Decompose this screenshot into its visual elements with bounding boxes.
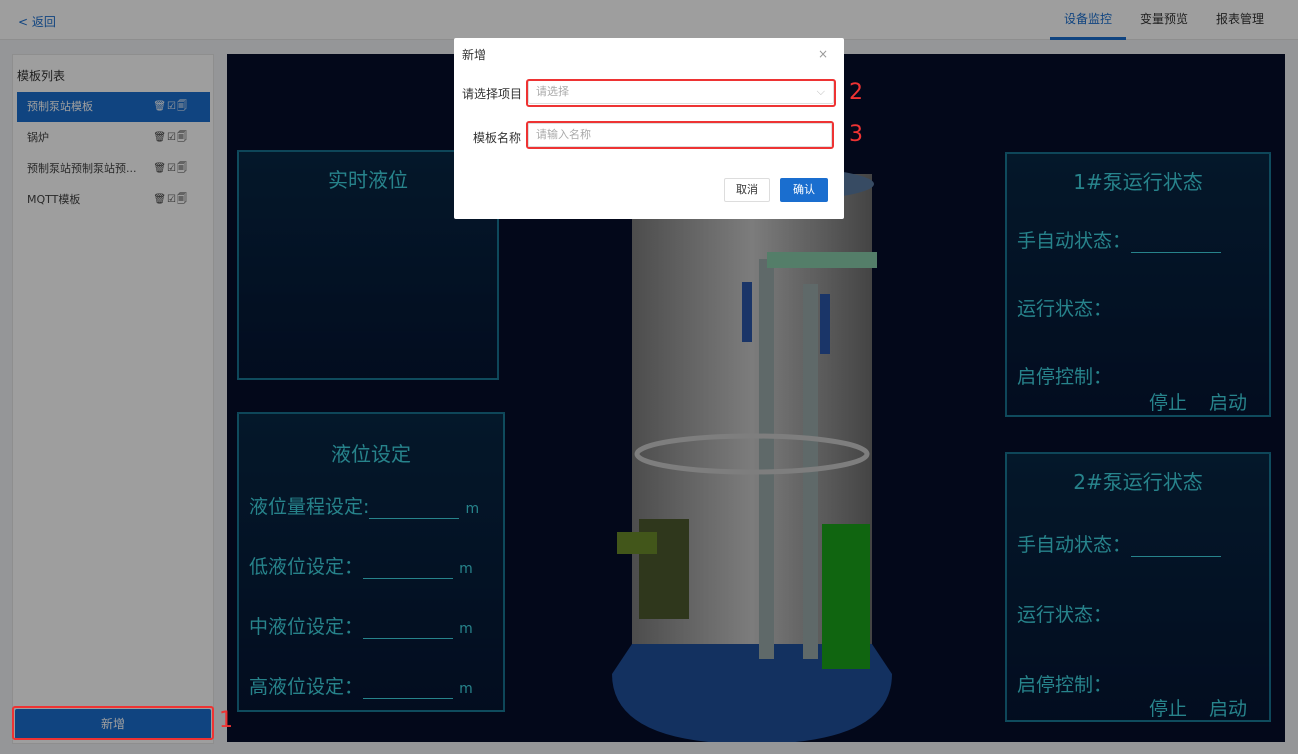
dialog-title: 新增 xyxy=(462,48,487,62)
project-label: 请选择项目 xyxy=(462,87,523,101)
annotation-label: 1 xyxy=(219,708,233,733)
highlight-box xyxy=(526,121,834,149)
highlight-box xyxy=(526,79,836,107)
template-name-label: 模板名称 xyxy=(473,131,522,145)
cancel-button[interactable]: 取消 xyxy=(724,178,770,202)
confirm-button[interactable]: 确认 xyxy=(780,178,828,202)
annotation-label: 3 xyxy=(849,122,863,147)
highlight-box xyxy=(12,706,214,740)
close-icon[interactable]: × xyxy=(818,47,828,61)
annotation-label: 2 xyxy=(849,80,863,105)
